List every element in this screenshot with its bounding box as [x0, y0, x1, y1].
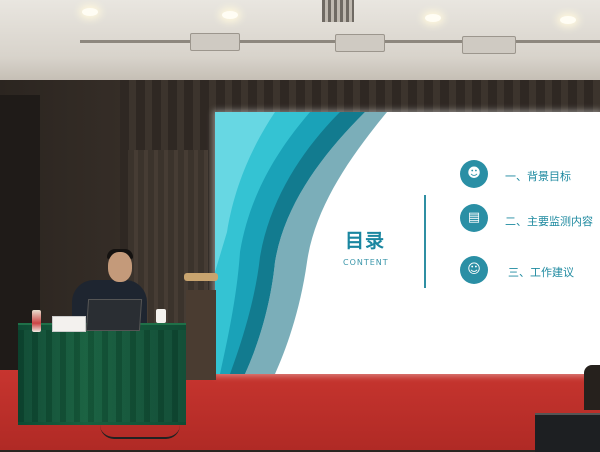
floor-cable — [100, 425, 180, 439]
people-group-icon: ☻ — [460, 160, 488, 188]
presenter-head — [108, 252, 132, 282]
person-chat-icon: ☺ — [460, 256, 488, 284]
toc-icon-3: ☺ — [460, 256, 488, 284]
name-placard — [52, 316, 86, 332]
lectern — [186, 290, 216, 380]
audience-member — [584, 365, 600, 410]
cup — [156, 309, 166, 323]
slide-subtitle: CONTENT — [343, 258, 389, 267]
ceiling-light — [560, 16, 576, 24]
slide-wave-graphic — [215, 112, 387, 374]
toc-item-1: 一、背景目标 — [505, 170, 571, 183]
projection-screen: ☻ ▤ ☺ 一、背景目标 二、主要监测内容 三、工作建议 — [215, 112, 600, 374]
toc-icon-2: ▤ — [460, 204, 488, 232]
ceiling-light — [82, 8, 98, 16]
table-cloth — [18, 330, 186, 422]
projector-fixture — [462, 36, 516, 54]
projector-fixture — [335, 34, 385, 52]
water-bottle — [32, 310, 41, 332]
lectern-microphone — [184, 273, 218, 281]
slide-divider — [424, 195, 426, 288]
toc-item-2: 二、主要监测内容 — [505, 215, 593, 228]
ceiling-light — [222, 11, 238, 19]
projector-fixture — [190, 33, 240, 51]
toc-icon-1: ☻ — [460, 160, 488, 188]
document-list-icon: ▤ — [460, 204, 488, 232]
foreground-laptop — [535, 413, 600, 452]
slide-title: 目录 — [345, 230, 386, 252]
ceiling-light — [425, 14, 441, 22]
ceiling-vent — [322, 0, 354, 22]
toc-item-3: 三、工作建议 — [508, 266, 574, 279]
laptop — [85, 299, 143, 331]
